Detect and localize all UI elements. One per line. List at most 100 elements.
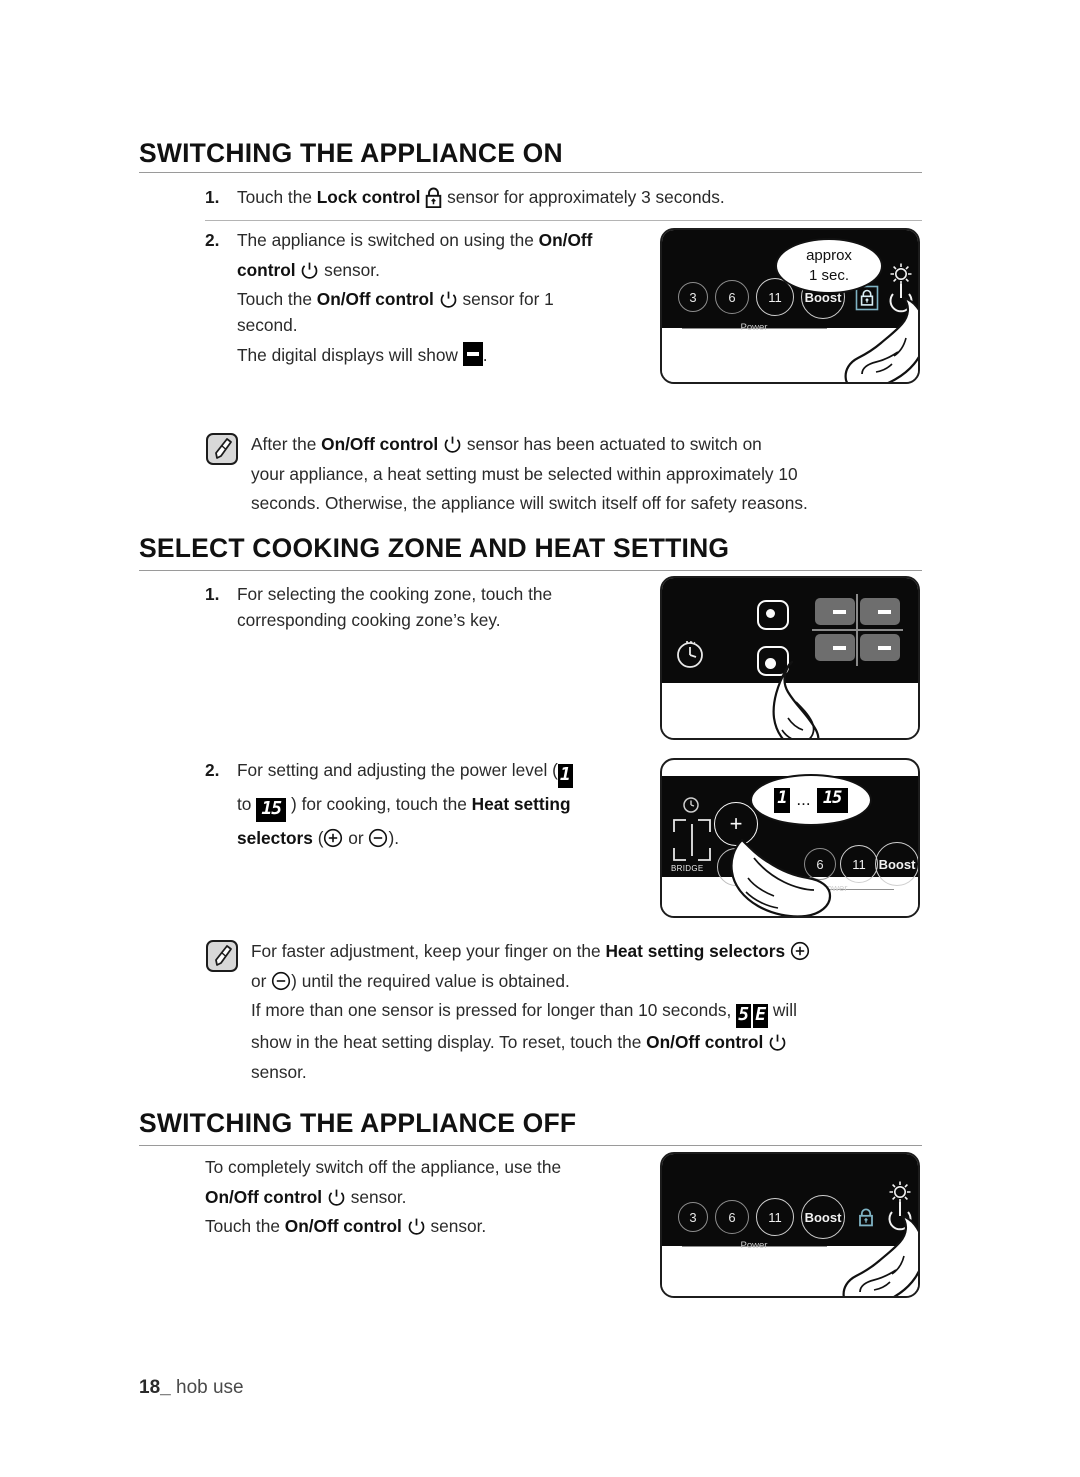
power-icon [407,1217,426,1236]
timer-clock-icon[interactable] [674,638,706,670]
step-line: For selecting the cooking zone, touch th… [237,584,553,604]
heading-switching-off: SWITCHING THE APPLIANCE OFF [139,1108,577,1138]
step-line: Touch the On/Off control sensor for 1 [237,287,657,313]
bubble-level-min: 1 [774,787,791,813]
zone-key-rear[interactable] [757,600,789,630]
heading-switching-on: SWITCHING THE APPLIANCE ON [139,138,563,168]
zone-key-dot [766,609,775,618]
step-text-bold: control [237,259,296,280]
footer-page-number: 18 [139,1377,161,1398]
body-text-bold: On/Off control [205,1186,323,1207]
heading-rule-1 [139,172,922,173]
note-text-bold: On/Off control [321,434,439,454]
manual-page: SWITCHING THE APPLIANCE ON 1. Touch the … [0,0,1080,1477]
speech-bubble-approx: approx 1 sec. [775,238,883,294]
step-text-part: The appliance is switched on using the [237,230,539,250]
display-dash-indicator [462,342,483,366]
illustration-hob-switch-off: 3 6 11 Boost Power [660,1152,920,1298]
display-tile-front-right [860,634,900,661]
step-text-1-2: The appliance is switched on using the O… [237,228,657,369]
power-key-11[interactable]: 11 [840,845,878,883]
pointing-finger-icon [770,656,866,738]
timer-clock-icon[interactable] [682,796,700,814]
heading-select-zone: SELECT COOKING ZONE AND HEAT SETTING [139,533,730,563]
pointing-finger-icon [838,1210,918,1296]
step-text-part: For setting and adjusting the power leve… [237,760,558,780]
page-footer: 18_ hob use [139,1377,244,1399]
circle-minus-icon [368,828,388,848]
body-line: Touch the On/Off control sensor. [205,1214,645,1240]
power-icon [443,435,462,454]
step-line: second. [237,314,298,335]
bridge-zone-indicator [672,818,712,862]
note-text-part: will [768,1000,797,1020]
lock-icon [425,187,442,208]
step-text-part: or [343,828,369,848]
step-text-part: . [482,345,488,365]
note-faster-adjustment: For faster adjustment, keep your finger … [251,937,941,1087]
note-text-part: ) until the required value is obtained. [291,970,570,991]
step-text-bold: Heat setting [471,794,571,814]
power-icon [327,1188,346,1207]
speech-bubble-power-range: 1 ... 15 [750,774,872,826]
step-text-part: ( [312,828,324,848]
step-text-part: sensor for approximately 3 seconds. [442,187,725,207]
step-text-1-1: Touch the Lock control sensor for approx… [237,185,927,211]
note-line: sensor. [251,1061,307,1082]
note-text-part: show in the heat setting display. To res… [251,1032,647,1052]
body-text-part: sensor. [425,1216,487,1236]
bubble-dots: ... [796,790,811,809]
note-text-bold: Heat setting selectors [605,941,786,961]
power-level-max-display: 15 [256,798,287,822]
illustration-hob-heat-setting: BRIDGE + − 6 11 Boost Power 1 ... 15 [660,758,920,918]
heading-rule-2 [139,570,922,571]
display-tile-rear-left [815,598,855,625]
note-line: If more than one sensor is pressed for l… [251,996,941,1028]
step-text-part: to [237,794,257,814]
step-line: For setting and adjusting the power leve… [237,758,657,788]
power-key-6[interactable]: 6 [715,280,749,314]
step-text-part: ) for cooking, touch the [286,794,472,814]
step-text-part: The digital displays will show [237,345,463,365]
power-key-11[interactable]: 11 [756,1198,794,1236]
power-scale-label: Power [740,1240,768,1251]
power-key-6[interactable]: 6 [715,1200,749,1234]
step-text-bold: On/Off control [316,289,434,309]
bubble-line-1: approx [806,247,852,264]
heading-rule-3 [139,1145,922,1146]
note-line: seconds. Otherwise, the appliance will s… [251,493,808,513]
note-heat-setting-timeout: After the On/Off control sensor has been… [251,430,931,519]
step-line: control sensor. [237,258,657,284]
note-text-part: sensor has been actuated to switch on [462,434,762,454]
note-line: your appliance, a heat setting must be s… [251,463,798,484]
pointing-finger-icon [840,292,918,382]
step-text-part: Touch the [237,187,317,207]
body-text-part: Touch the [205,1216,285,1236]
power-key-3[interactable]: 3 [678,1202,708,1232]
display-tile-rear-right [860,598,900,625]
power-level-min-display: 1 [557,764,573,788]
body-line: To completely switch off the appliance, … [205,1157,562,1177]
circle-minus-icon [271,971,291,991]
power-icon [768,1033,787,1052]
step-text-bold: Lock control [316,187,421,207]
power-key-3[interactable]: 3 [678,282,708,312]
error-code-digit-2: E [753,1004,769,1028]
note-text-part: For faster adjustment, keep your finger … [251,941,606,961]
step-text-part: sensor for 1 [457,289,554,309]
note-text-part: After the [251,434,322,454]
note-text-part: If more than one sensor is pressed for l… [251,1000,737,1020]
step-number-1-2: 2. [205,230,220,250]
step-number-1-1: 1. [205,187,220,207]
bridge-label: BRIDGE [671,864,704,873]
power-key-boost[interactable]: Boost [875,842,918,886]
pointing-finger-icon [724,826,834,916]
footer-label: hob use [176,1377,244,1398]
step-text-part: ). [388,828,399,848]
circle-plus-icon [790,941,810,961]
switching-off-body: To completely switch off the appliance, … [205,1155,645,1240]
power-scale-label: Power [740,322,768,333]
note-line: For faster adjustment, keep your finger … [251,937,941,967]
step-number-2-2: 2. [205,760,220,780]
step-text-2-1: For selecting the cooking zone, touch th… [237,582,657,633]
